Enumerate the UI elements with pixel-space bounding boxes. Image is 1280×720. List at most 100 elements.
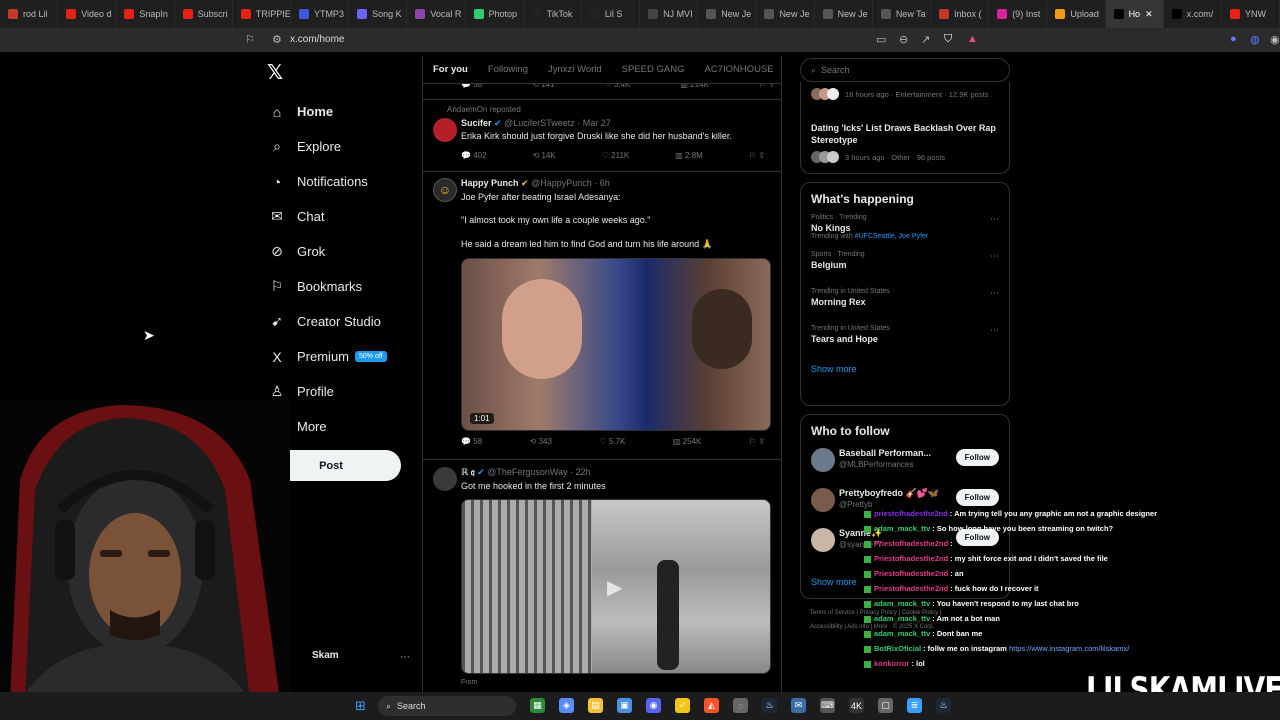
- timeline-tab[interactable]: Jynxzi World: [548, 64, 602, 75]
- taskbar-store-icon[interactable]: ▣: [617, 698, 632, 713]
- video-player[interactable]: ▶: [461, 499, 771, 674]
- browser-tab[interactable]: Song K: [349, 0, 408, 28]
- author-name[interactable]: ℝ 𝔮: [461, 467, 475, 477]
- views-count[interactable]: ▥ 214K: [680, 84, 708, 89]
- browser-tab[interactable]: Inbox (: [931, 0, 990, 28]
- chat-username[interactable]: Priestofhadesthe2nd: [874, 539, 948, 548]
- nav-item-chat[interactable]: ✉ Chat: [268, 199, 428, 234]
- avatar[interactable]: [811, 448, 835, 472]
- author-name[interactable]: Happy Punch: [461, 178, 519, 188]
- reply-count[interactable]: 💬 402: [461, 151, 487, 160]
- nav-item-notifications[interactable]: ◔ Notifications: [268, 164, 428, 199]
- browser-tab[interactable]: (9) Inst: [989, 0, 1048, 28]
- tweet[interactable]: ℝ 𝔮 ✔ @TheFergusonWay · 22h Got me hooke…: [423, 461, 781, 692]
- extension-icon[interactable]: ●: [1230, 33, 1237, 45]
- author-handle[interactable]: @LuciferSTweetz · Mar 27: [504, 118, 611, 128]
- zoom-icon[interactable]: ⊖: [899, 33, 908, 46]
- nav-item-profile[interactable]: ♙ Profile: [268, 374, 428, 409]
- avatar[interactable]: [811, 488, 835, 512]
- taskbar-norton-icon[interactable]: ✓: [675, 698, 690, 713]
- nav-item-explore[interactable]: ⌕ Explore: [268, 129, 428, 164]
- close-tab-icon[interactable]: ✕: [1145, 9, 1153, 20]
- browser-tab[interactable]: Upload: [1047, 0, 1106, 28]
- browser-tab[interactable]: NJ MVI: [640, 0, 699, 28]
- browser-tab[interactable]: New Je: [698, 0, 757, 28]
- trend-item[interactable]: Politics · Trending No Kings Trending with…: [801, 210, 1009, 247]
- browser-tab[interactable]: Video d: [58, 0, 117, 28]
- share-icon[interactable]: ↗: [921, 33, 930, 46]
- news-title[interactable]: Dating 'Icks' List Draws Backlash Over R…: [811, 122, 1001, 146]
- avatar[interactable]: [433, 467, 457, 491]
- more-dots-icon[interactable]: ⋯: [990, 325, 999, 336]
- taskbar-notes-icon[interactable]: ≣: [907, 698, 922, 713]
- bookmark-share-icon[interactable]: ⚐ ⇪: [749, 151, 765, 160]
- taskbar-files-icon[interactable]: ▤: [588, 698, 603, 713]
- wallet-icon[interactable]: ◍: [1250, 33, 1260, 46]
- avatar[interactable]: ☺: [433, 178, 457, 202]
- chat-username[interactable]: Priestofhadesthe2nd: [874, 569, 948, 578]
- repost-count[interactable]: ⟲ 14K: [533, 151, 556, 160]
- author-handle[interactable]: @HappyPunch · 6h: [531, 178, 610, 188]
- taskbar-sound-icon[interactable]: ◌: [733, 698, 748, 713]
- chat-link[interactable]: https://www.instagram.com/lilskamx/: [1009, 644, 1129, 653]
- account-name[interactable]: Prettyboyfredo 🎸💕🦋: [839, 488, 939, 499]
- avatar[interactable]: [433, 118, 457, 142]
- screen-icon[interactable]: ▭: [876, 33, 886, 46]
- bookmark-share-icon[interactable]: ⚐ ⇪: [749, 437, 765, 446]
- repost-count[interactable]: ⟲ 141: [532, 84, 554, 89]
- taskbar-steam2-icon[interactable]: ♨: [936, 698, 951, 713]
- follow-button[interactable]: Follow: [955, 449, 999, 466]
- browser-tab[interactable]: YTMP3: [291, 0, 350, 28]
- profile-icon[interactable]: ◉: [1270, 33, 1280, 46]
- tweet[interactable]: ☺ Happy Punch ✔ @HappyPunch · 6h Joe Pyf…: [423, 172, 781, 460]
- trend-item[interactable]: Trending in United States Morning Rex ⋯: [801, 284, 1009, 321]
- taskbar-mail-icon[interactable]: ✉: [791, 698, 806, 713]
- more-dots-icon[interactable]: ⋯: [990, 288, 999, 299]
- nav-item-home[interactable]: ⌂ Home: [268, 94, 428, 129]
- bookmark-share-icon[interactable]: ⚐ ⇪: [759, 84, 775, 89]
- bookmark-icon[interactable]: ⚐: [245, 33, 255, 46]
- timeline-tab[interactable]: AC7IONHOUSE: [704, 64, 773, 75]
- chat-username[interactable]: Priestofhadesthe2nd: [874, 554, 948, 563]
- author-name[interactable]: Sucifer: [461, 118, 492, 128]
- url-text[interactable]: x.com/home: [290, 34, 344, 45]
- timeline-tab[interactable]: Following: [488, 64, 528, 75]
- chat-username[interactable]: BotRixOficial: [874, 644, 921, 653]
- browser-tab[interactable]: Subscri: [175, 0, 233, 28]
- rewards-icon[interactable]: ▲: [967, 33, 978, 45]
- nav-item-bookmarks[interactable]: ⚐ Bookmarks: [268, 269, 428, 304]
- brave-shield-icon[interactable]: ⛉: [944, 33, 952, 46]
- trend-tags[interactable]: #UFCSeattle, Joe Pyfer: [855, 233, 929, 240]
- browser-tab[interactable]: TRIPPIE: [233, 0, 291, 28]
- browser-tab[interactable]: New Je: [756, 0, 815, 28]
- avatar[interactable]: [811, 528, 835, 552]
- account-name[interactable]: Baseball Performan...: [839, 448, 931, 458]
- search-input[interactable]: ⌕ Search: [800, 58, 1010, 82]
- browser-tab[interactable]: x.com/: [1164, 0, 1222, 28]
- video-player[interactable]: 1:01: [461, 258, 771, 431]
- follow-button[interactable]: Follow: [955, 489, 999, 506]
- chat-username[interactable]: adam_mack_ttv: [874, 599, 930, 608]
- taskbar-steam-icon[interactable]: ♨: [762, 698, 777, 713]
- author-handle[interactable]: @TheFergusonWay · 22h: [487, 467, 590, 477]
- taskbar-brave-icon[interactable]: ◭: [704, 698, 719, 713]
- taskbar-copilot-icon[interactable]: ◈: [559, 698, 574, 713]
- more-dots-icon[interactable]: ⋯: [400, 652, 410, 663]
- browser-tab[interactable]: rod Lil: [0, 0, 59, 28]
- chat-username[interactable]: adam_mack_ttv: [874, 524, 930, 533]
- chat-username[interactable]: konkorror: [874, 659, 909, 668]
- repost-count[interactable]: ⟲ 343: [530, 437, 552, 446]
- taskbar-discord-icon[interactable]: ◉: [646, 698, 661, 713]
- views-count[interactable]: ▥ 2.8M: [675, 151, 703, 160]
- trend-item[interactable]: Sports · Trending Belgium ⋯: [801, 247, 1009, 284]
- nav-item-more[interactable]: ⋯More: [268, 409, 428, 444]
- browser-tab[interactable]: TikTok: [524, 0, 582, 28]
- play-icon[interactable]: ▶: [607, 575, 622, 600]
- tweet[interactable]: AndaemOn reposted Sucifer ✔ @LuciferSTwe…: [423, 100, 781, 172]
- taskbar-phone-icon[interactable]: ▢: [878, 698, 893, 713]
- views-count[interactable]: ▥ 254K: [673, 437, 701, 446]
- site-info-icon[interactable]: ⚙: [272, 33, 282, 46]
- reply-count[interactable]: 💬 58: [461, 84, 482, 89]
- browser-tab[interactable]: New Ta: [873, 0, 931, 28]
- taskbar-kb-icon[interactable]: ⌨: [820, 698, 835, 713]
